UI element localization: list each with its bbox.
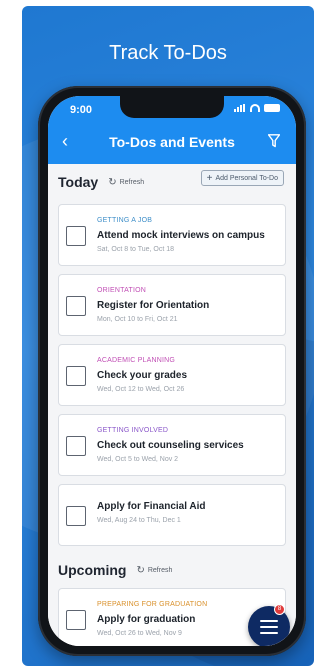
upcoming-header: Upcoming ↻ Refresh [58,562,172,578]
todo-category: GETTING A JOB [97,217,153,224]
upcoming-title: Upcoming [58,562,127,578]
todo-title: Apply for Financial Aid [97,501,206,512]
todo-checkbox[interactable] [66,366,86,386]
todo-dates: Mon, Oct 10 to Fri, Oct 21 [97,316,178,323]
plus-icon: + [206,172,213,184]
add-personal-todo-button[interactable]: + Add Personal To-Do [200,170,284,186]
todo-title: Check your grades [97,370,188,381]
todo-card[interactable]: ACADEMIC PLANNING Check your grades Wed,… [58,344,286,406]
todo-category: ACADEMIC PLANNING [97,357,176,364]
refresh-icon: ↻ [108,176,117,188]
refresh-label: Refresh [147,566,173,574]
today-header: Today ↻ Refresh [58,174,144,190]
battery-icon [264,104,280,112]
todo-title: Apply for graduation [97,614,196,625]
todo-category: ORIENTATION [97,287,146,294]
phone-screen: 9:00 ‹ To-Dos and Events Today ↻ Refresh… [48,96,296,646]
todo-category: PREPARING FOR GRADUATION [97,601,208,608]
todo-checkbox[interactable] [66,226,86,246]
todo-title: Check out counseling services [97,440,244,451]
phone-notch [120,96,224,118]
signal-icon [234,104,246,112]
promo-background: Track To-Dos 9:00 ‹ To-Dos and Events To… [22,6,314,666]
todo-dates: Wed, Aug 24 to Thu, Dec 1 [97,517,181,524]
todo-list: Today ↻ Refresh + Add Personal To-Do GET… [48,164,296,646]
todo-dates: Sat, Oct 8 to Tue, Oct 18 [97,246,175,253]
todo-category: GETTING INVOLVED [97,427,169,434]
todo-dates: Wed, Oct 26 to Wed, Nov 9 [97,630,182,637]
todo-checkbox[interactable] [66,436,86,456]
status-icons [234,104,280,112]
status-time: 9:00 [70,104,93,116]
menu-icon [260,620,278,634]
todo-title: Register for Orientation [97,300,210,311]
promo-headline: Track To-Dos [109,42,227,64]
todo-dates: Wed, Oct 5 to Wed, Nov 2 [97,456,179,463]
add-personal-todo-label: Add Personal To-Do [215,174,278,182]
wifi-icon [250,104,260,112]
todo-card[interactable]: GETTING A JOB Attend mock interviews on … [58,204,286,266]
notification-badge: 8 [274,604,285,615]
today-refresh-button[interactable]: ↻ Refresh [108,177,144,188]
refresh-label: Refresh [119,178,145,186]
todo-checkbox[interactable] [66,296,86,316]
today-title: Today [58,174,99,190]
page-title: To-Dos and Events [109,134,235,150]
refresh-icon: ↻ [136,564,145,576]
phone-frame: 9:00 ‹ To-Dos and Events Today ↻ Refresh… [38,86,306,656]
todo-card[interactable]: GETTING INVOLVED Check out counseling se… [58,414,286,476]
todo-checkbox[interactable] [66,610,86,630]
upcoming-refresh-button[interactable]: ↻ Refresh [136,565,172,576]
todo-checkbox[interactable] [66,506,86,526]
todo-card[interactable]: ORIENTATION Register for Orientation Mon… [58,274,286,336]
todo-title: Attend mock interviews on campus [97,230,265,241]
todo-card[interactable]: Apply for Financial Aid Wed, Aug 24 to T… [58,484,286,546]
filter-icon[interactable] [268,134,280,148]
todo-dates: Wed, Oct 12 to Wed, Oct 26 [97,386,185,393]
